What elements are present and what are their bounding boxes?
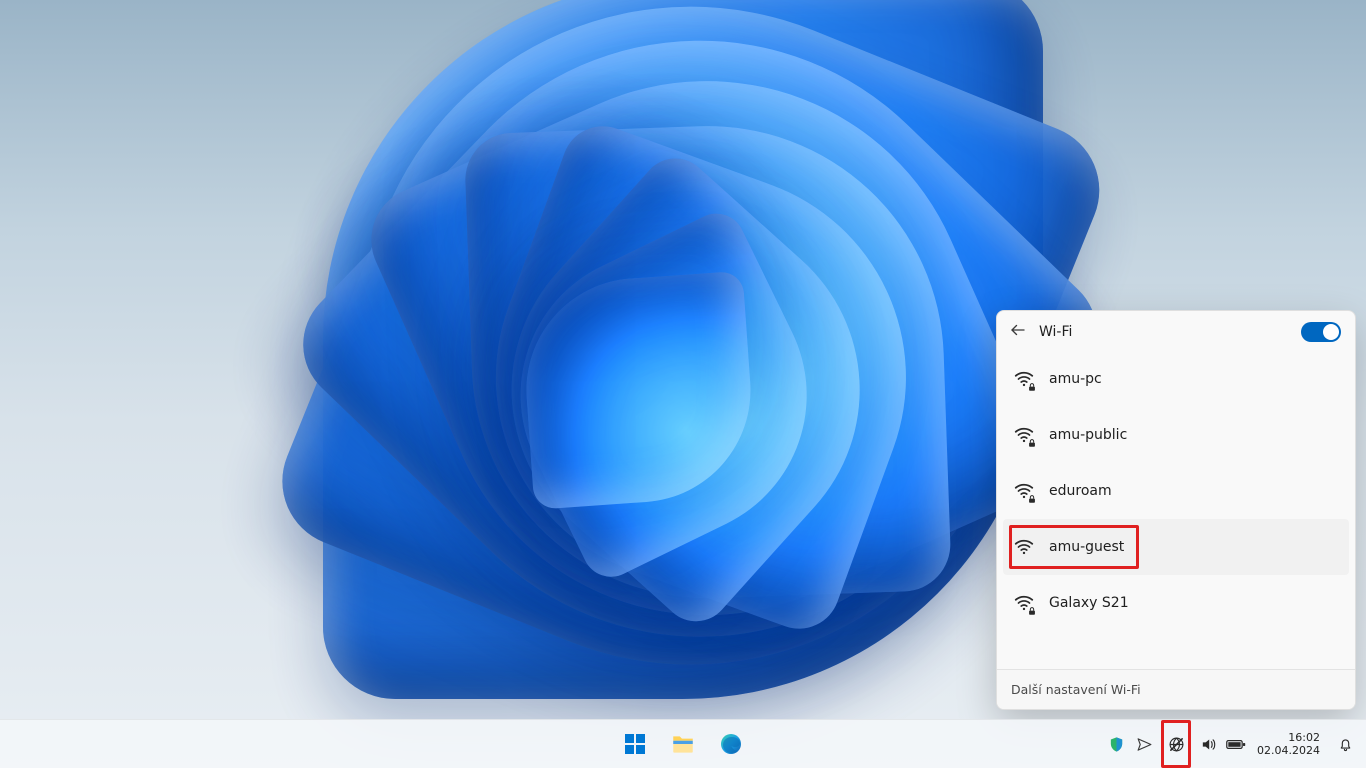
wifi-more-settings-link[interactable]: Další nastavení Wi-Fi — [997, 669, 1355, 709]
wifi-network-item[interactable]: amu-guest — [1003, 519, 1349, 575]
system-tray: 16:02 02.04.2024 — [1105, 720, 1362, 768]
tray-clock[interactable]: 16:02 02.04.2024 — [1253, 731, 1326, 757]
edge-button[interactable] — [711, 724, 751, 764]
tray-sound[interactable] — [1197, 724, 1219, 764]
shield-icon — [1108, 736, 1125, 753]
wifi-network-ssid: eduroam — [1049, 483, 1112, 499]
clock-time: 16:02 — [1288, 731, 1320, 744]
speaker-icon — [1200, 736, 1217, 753]
tray-defender[interactable] — [1105, 724, 1127, 764]
wifi-network-ssid: amu-pc — [1049, 371, 1102, 387]
wifi-network-list: amu-pc amu-public eduroam amu-guest Galaxy S… — [997, 351, 1355, 669]
file-explorer-button[interactable] — [663, 724, 703, 764]
windows-logo-icon — [623, 732, 647, 756]
wifi-secured-icon — [1013, 368, 1035, 390]
wifi-toggle[interactable] — [1301, 322, 1341, 342]
back-arrow-icon[interactable] — [1009, 321, 1027, 343]
globe-no-internet-icon — [1168, 736, 1185, 753]
wifi-secured-icon — [1013, 480, 1035, 502]
taskbar-center — [615, 724, 751, 764]
wifi-network-ssid: Galaxy S21 — [1049, 595, 1129, 611]
wifi-network-item[interactable]: amu-pc — [1003, 351, 1349, 407]
wifi-more-settings-label: Další nastavení Wi-Fi — [1011, 682, 1141, 697]
tray-battery[interactable] — [1225, 724, 1247, 764]
folder-icon — [670, 731, 696, 757]
wifi-flyout-title: Wi-Fi — [1039, 324, 1072, 340]
wifi-network-item[interactable]: amu-public — [1003, 407, 1349, 463]
wifi-secured-icon — [1013, 592, 1035, 614]
wifi-network-item[interactable]: eduroam — [1003, 463, 1349, 519]
send-icon — [1136, 736, 1153, 753]
tray-near-share[interactable] — [1133, 724, 1155, 764]
wifi-network-ssid: amu-guest — [1049, 539, 1124, 555]
wifi-flyout: Wi-Fi amu-pc amu-public eduroam amu-guest Ga… — [996, 310, 1356, 710]
wifi-network-ssid: amu-public — [1049, 427, 1127, 443]
edge-icon — [719, 732, 743, 756]
tray-notifications[interactable] — [1332, 724, 1358, 764]
clock-date: 02.04.2024 — [1257, 744, 1320, 757]
bell-icon — [1337, 736, 1354, 753]
battery-icon — [1226, 736, 1246, 753]
wifi-secured-icon — [1013, 424, 1035, 446]
wifi-open-icon — [1013, 536, 1035, 558]
start-button[interactable] — [615, 724, 655, 764]
tray-network-highlighted[interactable] — [1161, 720, 1191, 768]
taskbar: 16:02 02.04.2024 — [0, 719, 1366, 768]
wifi-network-item[interactable]: Galaxy S21 — [1003, 575, 1349, 631]
wifi-flyout-header: Wi-Fi — [997, 311, 1355, 351]
